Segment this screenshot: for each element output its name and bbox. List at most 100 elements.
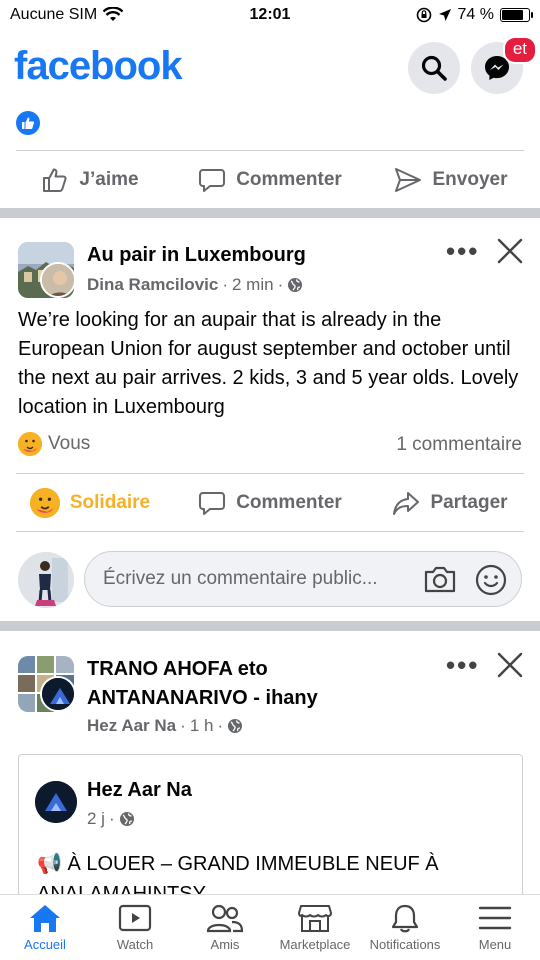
group-title-line2: ANTANANARIVO - ihany [87, 687, 318, 709]
share-label: Partager [430, 492, 508, 513]
emoji-icon[interactable] [475, 564, 507, 596]
tab-marketplace[interactable]: Marketplace [270, 895, 360, 960]
reactions-summary: Vous 1 commentaire [0, 432, 540, 462]
comment-placeholder: Écrivez un commentaire public... [103, 568, 378, 589]
meta-separator: · [277, 275, 284, 294]
shared-meta: 2 j · [87, 809, 135, 829]
page-avatar[interactable] [40, 676, 76, 712]
camera-icon[interactable] [423, 564, 457, 594]
like-label: J’aime [79, 169, 139, 190]
care-reaction-icon [18, 432, 42, 456]
like-button[interactable]: J’aime [0, 166, 180, 194]
post-time[interactable]: 1 h [190, 716, 214, 736]
divider [16, 150, 524, 151]
solidaire-label: Solidaire [69, 492, 151, 513]
tab-notifications[interactable]: Notifications [360, 895, 450, 960]
meta-separator: · [222, 275, 228, 294]
feed-separator [0, 208, 540, 218]
hide-post-button[interactable] [497, 236, 523, 270]
send-icon [394, 168, 421, 192]
tab-menu[interactable]: Menu [450, 895, 540, 960]
thumbs-up-icon [22, 117, 35, 129]
home-icon [30, 905, 60, 932]
my-avatar-image [18, 552, 74, 608]
tab-label: Amis [210, 937, 240, 952]
search-button[interactable] [408, 42, 460, 94]
feed-separator [0, 621, 540, 631]
marketplace-icon [298, 905, 332, 932]
close-icon [497, 238, 523, 264]
status-bar: Aucune SIM 12:01 74 % [0, 0, 540, 32]
orientation-lock-icon [416, 7, 431, 23]
share-button[interactable]: Partager [360, 489, 540, 517]
hide-post-button[interactable] [497, 650, 523, 684]
shared-author-avatar-image [35, 781, 77, 823]
post-text: We’re looking for an aupair that is alre… [18, 309, 519, 418]
reactions-left[interactable]: Vous [18, 432, 90, 456]
solidaire-button[interactable]: Solidaire [0, 488, 180, 518]
comment-input-icons [423, 564, 507, 596]
messenger-badge: et [502, 36, 537, 64]
facebook-logo[interactable]: facebook [14, 44, 183, 89]
meta-separator: · [180, 716, 186, 735]
post-author[interactable]: Dina Ramcilovic [87, 275, 218, 295]
shared-post-card[interactable]: Hez Aar Na 2 j · 📢 À LOUER – GRAND IMMEU… [18, 754, 523, 914]
comment-icon [199, 492, 226, 515]
more-options-button[interactable]: ••• [446, 236, 479, 267]
tab-home[interactable]: Accueil [0, 895, 90, 960]
globe-icon [119, 812, 134, 826]
author-avatar[interactable] [40, 262, 76, 298]
send-label: Envoyer [432, 169, 508, 190]
divider [16, 531, 524, 532]
post-time[interactable]: 2 min [232, 275, 274, 295]
comments-count[interactable]: 1 commentaire [396, 434, 522, 456]
battery-icon [500, 8, 533, 22]
thumbs-up-icon [43, 168, 67, 192]
status-right: 74 % [416, 6, 533, 24]
shared-text-line1: 📢 À LOUER – GRAND IMMEUBLE NEUF À [37, 853, 439, 875]
comment-label: Commenter [236, 492, 342, 513]
comment-button[interactable]: Commenter [180, 489, 360, 517]
post-group-title[interactable]: TRANO AHOFA eto ANTANANARIVO - ihany [87, 655, 318, 713]
shared-author-avatar[interactable] [35, 781, 77, 823]
care-reaction-icon [29, 488, 60, 518]
group-title-line1: TRANO AHOFA eto [87, 658, 268, 680]
friends-icon [206, 904, 244, 933]
comment-input[interactable]: Écrivez un commentaire public... [84, 551, 522, 607]
search-icon [421, 55, 447, 81]
bell-icon [391, 904, 419, 933]
shared-time[interactable]: 2 j [87, 809, 105, 829]
comment-composer: Écrivez un commentaire public... [0, 548, 540, 612]
shared-author-name[interactable]: Hez Aar Na [87, 779, 192, 802]
share-icon [393, 492, 420, 515]
tab-label: Notifications [369, 937, 441, 952]
post-actions: Solidaire Commenter Partager [0, 475, 540, 531]
meta-separator: · [217, 716, 224, 735]
tab-watch[interactable]: Watch [90, 895, 180, 960]
comment-icon [199, 169, 226, 192]
battery-fill [502, 10, 523, 20]
more-options-button[interactable]: ••• [446, 650, 479, 681]
meta-separator: · [108, 809, 115, 828]
app-header: facebook et [0, 32, 540, 104]
reaction-you-label: Vous [48, 433, 91, 454]
top-post-actions: J’aime Commenter Envoyer [0, 152, 540, 208]
post-meta: Dina Ramcilovic · 2 min · [87, 275, 303, 295]
comment-label: Commenter [236, 169, 342, 190]
comment-button[interactable]: Commenter [180, 166, 360, 194]
send-button[interactable]: Envoyer [360, 166, 540, 194]
globe-icon [288, 278, 303, 292]
close-icon [497, 652, 523, 678]
like-reaction-icon[interactable] [16, 111, 40, 135]
messenger-button[interactable]: et [471, 36, 537, 94]
globe-icon [228, 719, 243, 733]
post-group-title[interactable]: Au pair in Luxembourg [87, 241, 306, 270]
bottom-tab-bar: Accueil Watch Amis Marketplace Notificat… [0, 894, 540, 960]
location-icon [438, 9, 451, 21]
tab-label: Watch [116, 937, 154, 952]
divider [16, 473, 524, 474]
my-avatar[interactable] [18, 552, 74, 608]
tab-friends[interactable]: Amis [180, 895, 270, 960]
tab-label: Accueil [24, 937, 66, 952]
post-author[interactable]: Hez Aar Na [87, 716, 176, 736]
